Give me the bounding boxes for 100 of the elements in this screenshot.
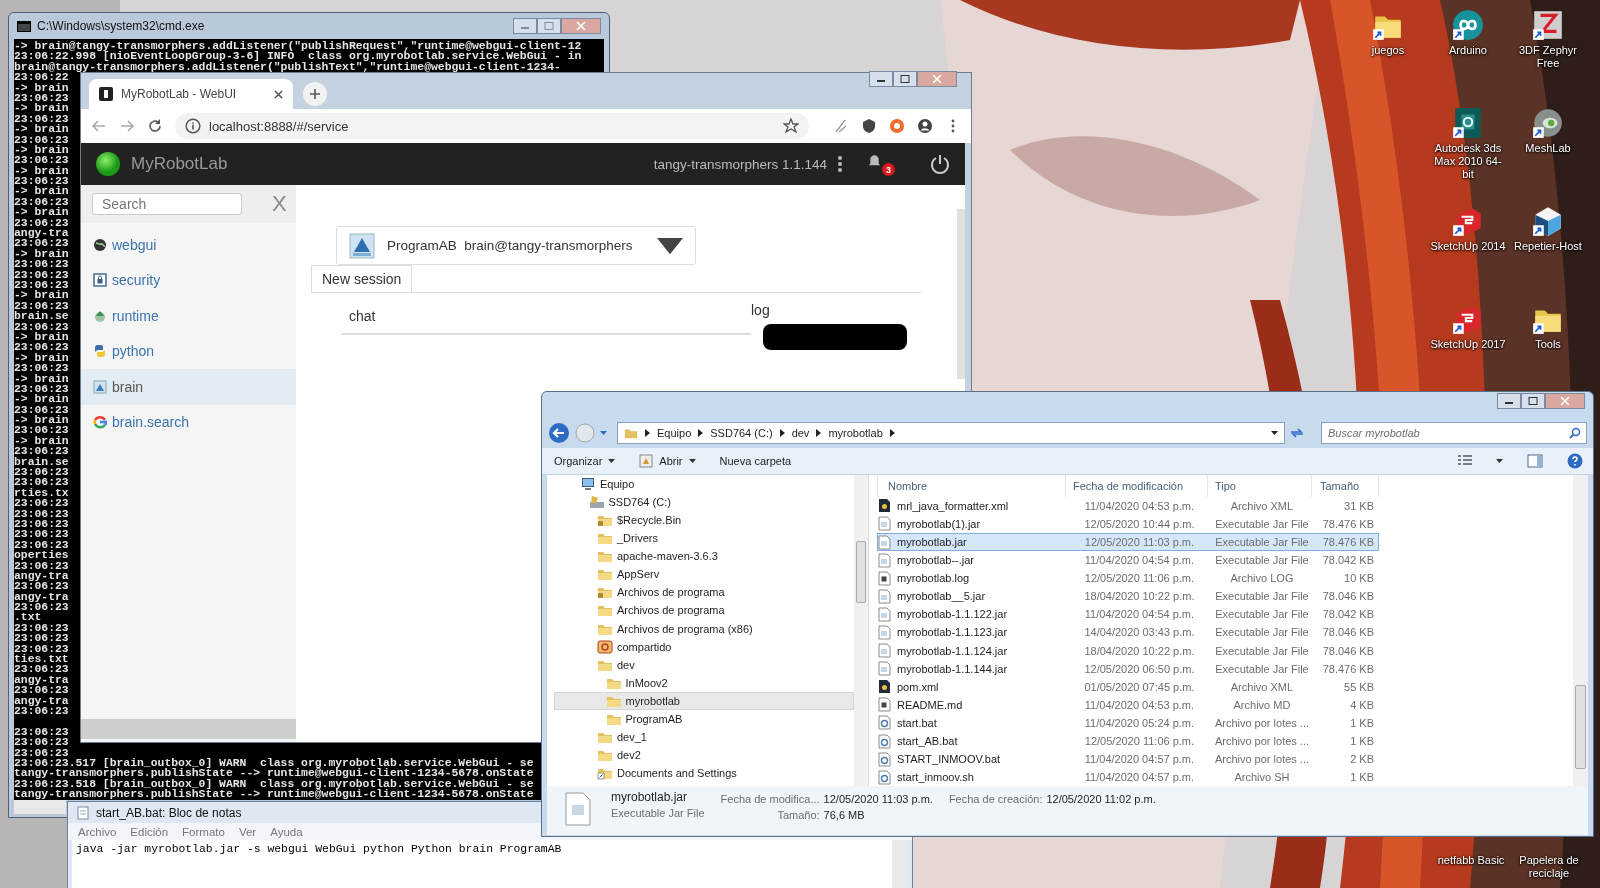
tree-item[interactable]: ProgramAB <box>554 710 854 729</box>
scrollbar[interactable] <box>957 209 965 379</box>
desktop-icon-label[interactable]: Repetier-Host <box>1514 240 1582 253</box>
breadcrumb-item[interactable]: Equipo <box>657 426 692 439</box>
breadcrumb-item[interactable]: dev <box>791 426 810 439</box>
tree-item[interactable]: _Drivers <box>554 529 854 548</box>
file-row[interactable]: pom.xml 01/05/2020 07:45 p.m. Archivo XML 55 KB <box>877 677 1379 696</box>
search-field[interactable]: Buscar myrobotlab <box>1321 421 1587 444</box>
sidebar-item[interactable]: security <box>81 262 296 298</box>
maximize-button[interactable] <box>1521 393 1545 409</box>
file-row[interactable]: start_AB.bat 12/05/2020 11:06 p.m. Archivo por lotes ... 1 KB <box>877 732 1379 751</box>
breadcrumb-item[interactable]: myrobotlab <box>828 426 883 439</box>
file-row[interactable]: myrobotlab--.jar 11/04/2020 04:54 p.m. Executable Jar File 78.042 KB <box>877 551 1379 570</box>
tree-item[interactable]: SSD764 (C:) <box>554 492 854 511</box>
service-selector[interactable]: ProgramAB brain@tangy-transmorphers <box>336 226 696 265</box>
toolbar-button[interactable]: Organizar <box>554 454 616 467</box>
zigzag-icon[interactable] <box>1531 8 1565 42</box>
scrollbar[interactable] <box>854 474 869 787</box>
column-header[interactable]: Fecha de modificación <box>1065 474 1207 497</box>
file-row[interactable]: myrobotlab-1.1.124.jar 18/04/2020 10:22 p.m. Executable Jar File 78.046 KB <box>877 641 1379 660</box>
file-row[interactable]: myrobotlab-1.1.144.jar 12/05/2020 06:50 p.m. Executable Jar File 78.476 KB <box>877 659 1379 678</box>
back-button[interactable] <box>548 421 570 444</box>
menu-item[interactable]: Ayuda <box>270 825 303 838</box>
file-row[interactable]: README.md 11/04/2020 04:53 p.m. Archivo MD 4 KB <box>877 695 1379 714</box>
star-icon[interactable] <box>783 118 799 134</box>
breadcrumb-arrow-icon[interactable] <box>698 428 704 437</box>
reload-icon[interactable] <box>147 118 163 134</box>
caret-icon[interactable] <box>1271 430 1278 435</box>
more-icon[interactable] <box>837 155 843 173</box>
file-row[interactable]: START_INMOOV.bat 11/04/2020 04:57 p.m. Archivo por lotes ... 2 KB <box>877 750 1379 769</box>
tree-item[interactable]: Archivos de programa <box>554 583 854 602</box>
help-icon[interactable] <box>1567 452 1583 469</box>
tree-item[interactable]: Archivos de programa (x86) <box>554 619 854 638</box>
desktop-icon-label[interactable]: juegos <box>1371 44 1405 57</box>
desktop-icon-label[interactable]: MeshLab <box>1525 142 1571 155</box>
desktop-icon-label[interactable]: SketchUp 2017 <box>1430 338 1506 351</box>
browser-tab[interactable]: MyRobotLab - WebUI <box>89 79 293 109</box>
tree-item[interactable]: dev_1 <box>554 728 854 747</box>
minimize-button[interactable] <box>869 71 893 87</box>
tree-item[interactable]: AppServ <box>554 565 854 584</box>
desktop-icon-label[interactable]: netfabb Basic <box>1432 854 1510 880</box>
file-row[interactable]: start.bat 11/04/2020 05:24 p.m. Archivo por lotes ... 1 KB <box>877 713 1379 732</box>
orb-icon[interactable] <box>95 151 121 177</box>
toolbar-button[interactable]: Nueva carpeta <box>719 454 792 467</box>
tree-item[interactable]: InMoov2 <box>554 673 854 692</box>
file-row[interactable]: myrobotlab(1).jar 12/05/2020 10:44 p.m. Executable Jar File 78.476 KB <box>877 514 1379 533</box>
sidebar-item[interactable]: runtime <box>81 298 296 334</box>
desktop-icon-label[interactable]: Papelera de reciclaje <box>1510 854 1588 880</box>
file-row[interactable]: myrobotlab.jar 12/05/2020 11:03 p.m. Executable Jar File 78.476 KB <box>877 532 1379 552</box>
tree-item[interactable]: apache-maven-3.6.3 <box>554 547 854 566</box>
tree-item[interactable]: $Recycle.Bin <box>554 510 854 530</box>
search-icon[interactable] <box>1569 426 1581 439</box>
sidebar-item[interactable]: webgui <box>81 227 296 263</box>
file-row[interactable]: myrobotlab-1.1.123.jar 14/04/2020 03:43 p.m. Executable Jar File 78.046 KB <box>877 623 1379 642</box>
file-row[interactable]: myrobotlab__5.jar 18/04/2020 10:22 p.m. Executable Jar File 78.046 KB <box>877 587 1379 606</box>
sidebar-item[interactable]: brain <box>81 369 296 405</box>
close-button[interactable] <box>561 18 601 34</box>
menu-item[interactable]: Formato <box>182 825 225 838</box>
scrollbar[interactable] <box>892 840 908 888</box>
shield-icon[interactable] <box>861 118 877 134</box>
maximize-button[interactable] <box>893 71 917 87</box>
desktop-icon-label[interactable]: Autodesk 3ds Max 2010 64-bit <box>1429 142 1507 181</box>
tree-item[interactable]: Equipo <box>554 474 854 493</box>
column-header[interactable]: Tamaño <box>1311 474 1379 497</box>
pen-icon[interactable] <box>833 118 849 134</box>
sidebar-item[interactable]: brain.search <box>81 404 296 440</box>
tree-item[interactable]: compartido <box>554 637 854 656</box>
refresh-icon[interactable] <box>1289 425 1305 440</box>
new-session-tab[interactable]: New session <box>311 265 413 293</box>
tree-item[interactable]: Documents and Settings <box>554 764 854 783</box>
new-tab-button[interactable] <box>303 82 327 106</box>
view-icon[interactable] <box>1458 454 1472 467</box>
tree-item[interactable]: myrobotlab <box>554 691 854 710</box>
column-header[interactable]: Nombre <box>877 474 1065 497</box>
scroll-thumb[interactable] <box>1575 684 1586 769</box>
desktop-icon-label[interactable]: Tools <box>1535 338 1561 351</box>
power-icon[interactable] <box>929 153 951 175</box>
menu-item[interactable]: Archivo <box>78 825 117 838</box>
sidebar-scrollbar[interactable] <box>81 719 296 739</box>
file-row[interactable]: myrobotlab-1.1.122.jar 11/04/2020 04:54 p.m. Executable Jar File 78.042 KB <box>877 605 1379 624</box>
file-row[interactable]: mrl_java_formatter.xml 11/04/2020 04:53 p.m. Archivo XML 31 KB <box>877 496 1379 515</box>
address-bar[interactable]: Equipo SSD764 (C:) dev myrobotlab <box>617 421 1285 444</box>
desktop-icon-label[interactable]: 3DF Zephyr Free <box>1509 44 1587 70</box>
menu-item[interactable]: Ver <box>238 825 257 838</box>
extension-icon[interactable] <box>889 118 905 134</box>
breadcrumb-arrow-icon[interactable] <box>816 428 822 437</box>
tree-item[interactable]: dev <box>554 655 854 674</box>
tree-item[interactable]: Archivos de programa <box>554 601 854 620</box>
breadcrumb-arrow-icon[interactable] <box>645 428 650 437</box>
desktop-icon-label[interactable]: SketchUp 2014 <box>1430 240 1506 253</box>
breadcrumb-item[interactable]: SSD764 (C:) <box>710 426 773 439</box>
menu-item[interactable]: Edición <box>130 825 169 838</box>
close-icon[interactable] <box>274 89 283 99</box>
account-icon[interactable] <box>917 118 933 134</box>
toolbar-button[interactable]: Abrir <box>639 453 696 468</box>
infinity-icon[interactable] <box>1451 8 1485 42</box>
scroll-thumb[interactable] <box>856 540 866 603</box>
chat-tab[interactable]: chat <box>341 299 751 335</box>
scrollbar[interactable] <box>1573 474 1588 787</box>
file-row[interactable]: myrobotlab.log 12/05/2020 11:06 p.m. Archivo LOG 10 KB <box>877 569 1379 588</box>
